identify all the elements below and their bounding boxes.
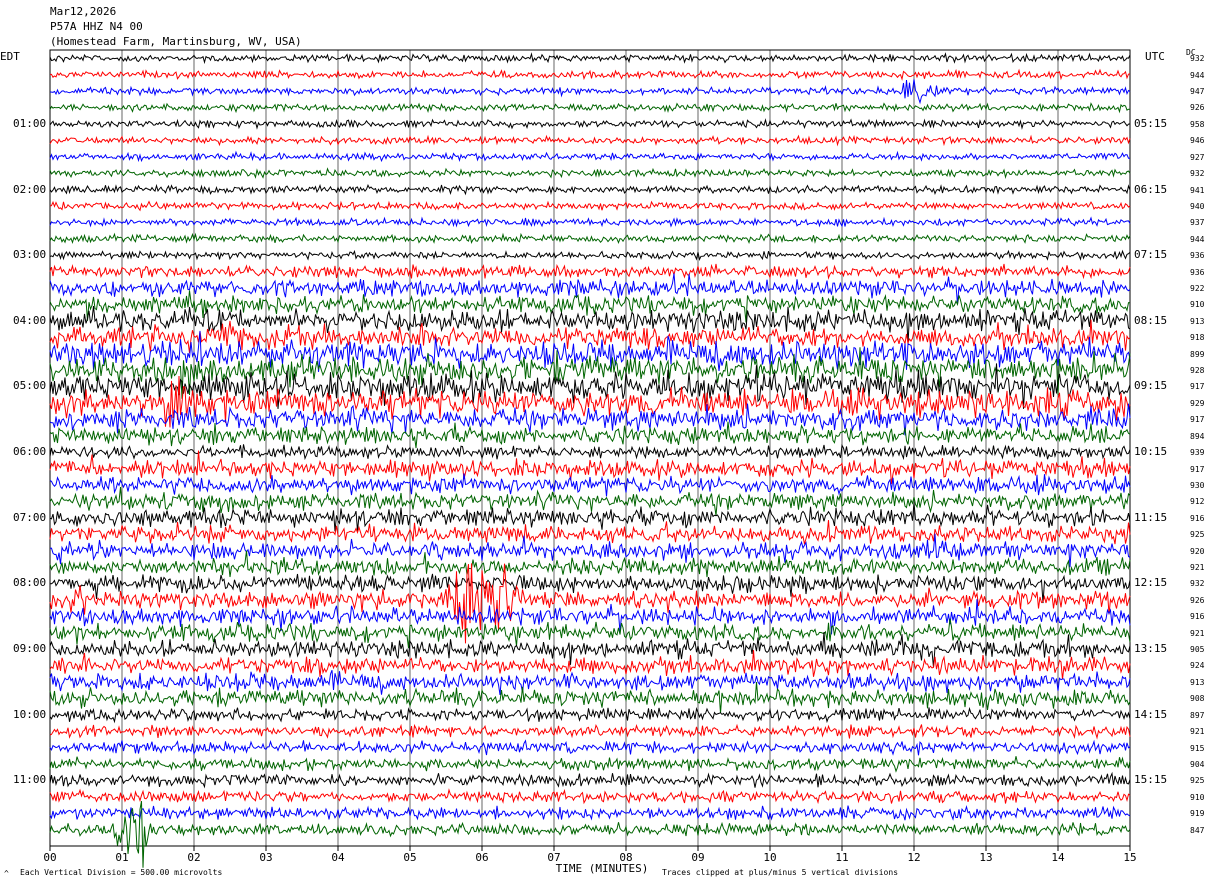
seismic-trace — [49, 79, 1131, 105]
seismic-trace — [49, 618, 1131, 649]
seismic-trace — [49, 756, 1131, 773]
clip-note: Traces clipped at plus/minus 5 vertical … — [662, 868, 899, 877]
seismic-trace — [49, 706, 1131, 724]
seismic-trace — [49, 183, 1131, 196]
seismic-trace — [49, 421, 1131, 449]
helicorder-plot — [49, 49, 1131, 868]
seismic-trace — [49, 443, 1131, 461]
seismic-trace — [49, 739, 1131, 756]
x-axis-title: TIME (MINUTES) — [555, 862, 649, 875]
seismic-trace — [49, 330, 1131, 372]
seismic-trace — [49, 502, 1131, 532]
seismic-trace — [49, 804, 1131, 821]
seismic-trace — [49, 473, 1131, 497]
seismic-trace — [49, 249, 1131, 261]
seismic-trace — [49, 167, 1131, 180]
seismic-trace — [49, 263, 1131, 280]
seismic-trace — [49, 118, 1131, 130]
seismic-trace — [49, 563, 1131, 644]
seismic-trace — [49, 723, 1131, 740]
seismic-trace — [49, 200, 1131, 212]
plot-frame — [49, 49, 1131, 847]
seismic-trace — [50, 68, 1131, 81]
seismic-trace — [49, 375, 1131, 428]
scale-note: Each Vertical Division = 500.00 microvol… — [20, 868, 223, 877]
seismic-trace — [49, 232, 1131, 244]
seismic-trace — [49, 573, 1131, 604]
seismic-trace — [49, 788, 1131, 805]
seismic-trace — [49, 52, 1131, 65]
seismic-trace — [49, 487, 1131, 516]
seismic-trace — [49, 273, 1131, 305]
seismic-trace — [49, 520, 1131, 545]
seismic-trace — [49, 681, 1131, 714]
seismic-trace — [49, 670, 1131, 695]
seismic-trace — [49, 650, 1131, 680]
seismic-trace — [49, 134, 1131, 147]
seismic-trace — [49, 102, 1131, 114]
seismic-trace — [49, 150, 1130, 163]
seismic-trace — [49, 771, 1131, 789]
seismic-trace — [49, 216, 1131, 228]
corner-mark: ^ — [4, 869, 9, 878]
